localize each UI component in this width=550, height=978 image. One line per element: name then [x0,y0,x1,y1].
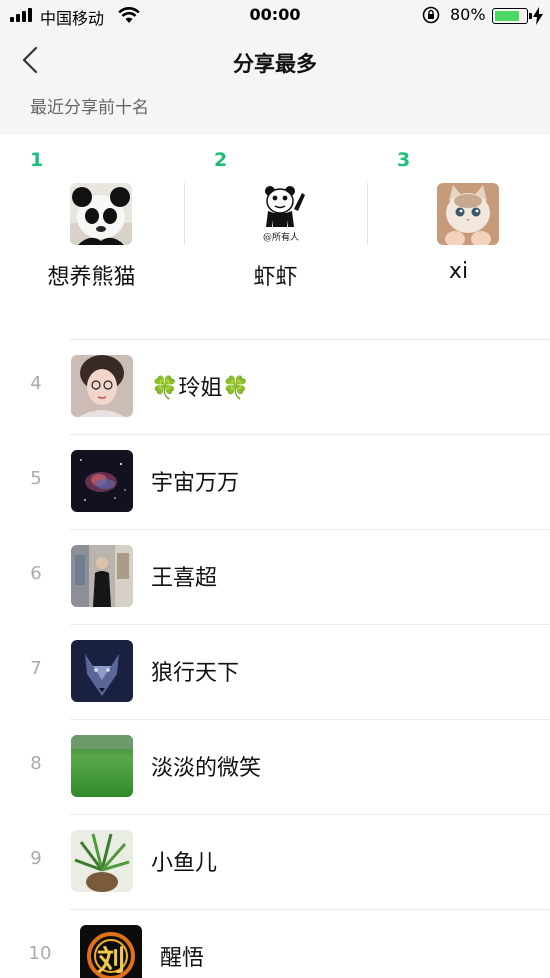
list-item[interactable]: 7 狼行天下 [0,624,550,719]
user-name: 🍀玲姐🍀 [151,376,250,401]
grass-field-avatar [71,735,133,797]
orientation-lock-icon [422,6,440,24]
user-name: 想养熊猫 [47,265,136,290]
rank-number: 3 [397,149,411,171]
user-name: 狼行天下 [151,661,240,686]
avatar [71,640,133,702]
avatar [71,830,133,892]
section-header: 最近分享前十名 [0,90,550,135]
navigation-bar: 分享最多 [0,30,550,90]
list-item[interactable]: 6 王喜超 [0,529,550,624]
row-divider [70,434,550,435]
avatar [71,355,133,417]
battery-icon [492,8,528,24]
top-rank-item[interactable]: 3 xi [367,135,550,339]
cat-avatar [437,183,499,245]
list-item[interactable]: 5 宇宙万万 [0,434,550,529]
page-title: 分享最多 [233,52,317,76]
row-divider [70,909,550,910]
rank-number: 4 [30,373,42,394]
user-name: 王喜超 [151,566,218,591]
rank-number: 10 [28,943,52,964]
avatar: 刘 [80,925,142,978]
charging-bolt-icon [533,7,543,25]
avatar [71,450,133,512]
wolf-avatar [71,640,133,702]
rank-number: 8 [30,753,42,774]
rank-number: 1 [30,149,44,171]
list-item[interactable]: 9 小鱼儿 [0,814,550,909]
user-name: 小鱼儿 [151,851,218,876]
avatar [71,545,133,607]
list-item[interactable]: 10 刘 醒悟 [0,909,550,978]
top-rank-item[interactable]: 1 想养熊猫 [0,135,183,339]
rank-number: 2 [214,149,228,171]
user-name: 淡淡的微笑 [151,756,262,781]
user-name: 虾虾 [253,265,298,290]
nebula-avatar [71,450,133,512]
row-divider [70,814,550,815]
row-divider [70,529,550,530]
avatar [71,735,133,797]
list-item[interactable]: 8 淡淡的微笑 [0,719,550,814]
list-item[interactable]: 4 🍀玲姐🍀 [0,339,550,434]
battery-cap [529,13,532,19]
rank-number: 5 [30,468,42,489]
row-divider [70,719,550,720]
section-title: 最近分享前十名 [30,98,149,118]
row-divider [70,624,550,625]
avatar [437,183,499,245]
rank-number: 7 [30,658,42,679]
panda-avatar [70,183,132,245]
potted-plant-avatar [71,830,133,892]
user-name: 醒悟 [160,946,205,971]
rank-number: 6 [30,563,42,584]
avatar: @所有人 [250,183,312,245]
user-name: xi [448,259,469,284]
avatar-caption: @所有人 [262,233,299,243]
row-divider [70,339,550,340]
man-in-store-avatar [71,545,133,607]
user-name: 宇宙万万 [151,471,240,496]
woman-selfie-avatar [71,355,133,417]
top-rank-item[interactable]: 2 @所有人 虾虾 [184,135,367,339]
rank-number: 9 [30,848,42,869]
top-three-panel: 1 想养熊猫 2 @所有人 虾虾 3 xi [0,135,550,339]
avatar-caption: 刘 [96,944,125,977]
avatar [70,183,132,245]
status-bar: 中国移动 00:00 80% [0,0,550,30]
battery-percent: 80% [450,5,486,24]
